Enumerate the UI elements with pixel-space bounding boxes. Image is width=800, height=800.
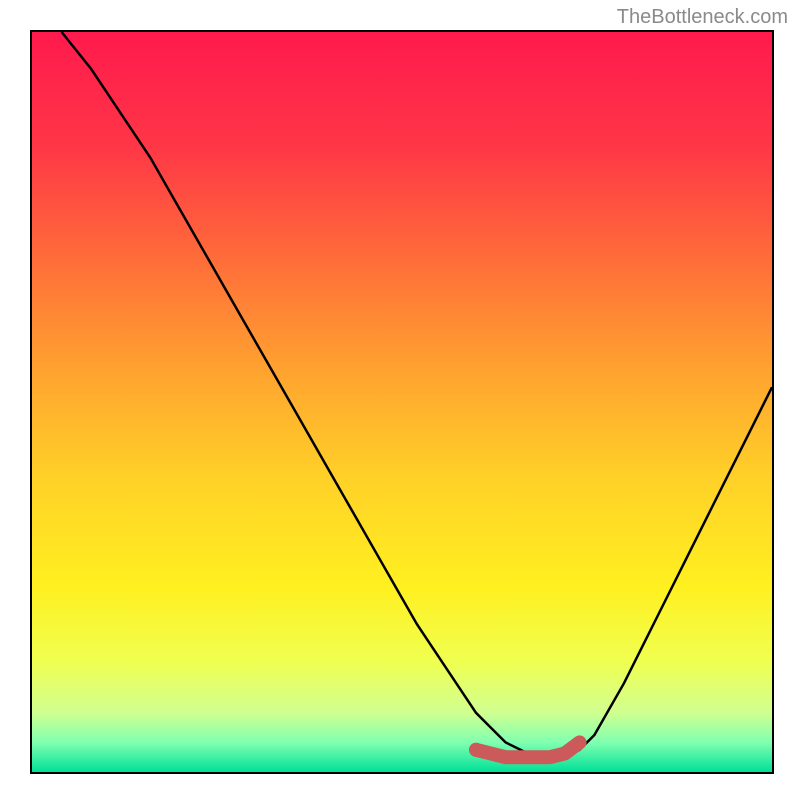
chart-container: TheBottleneck.com [0, 0, 800, 800]
attribution-text: TheBottleneck.com [617, 6, 788, 29]
optimal-range-highlight [32, 32, 772, 772]
plot-area [30, 30, 774, 774]
